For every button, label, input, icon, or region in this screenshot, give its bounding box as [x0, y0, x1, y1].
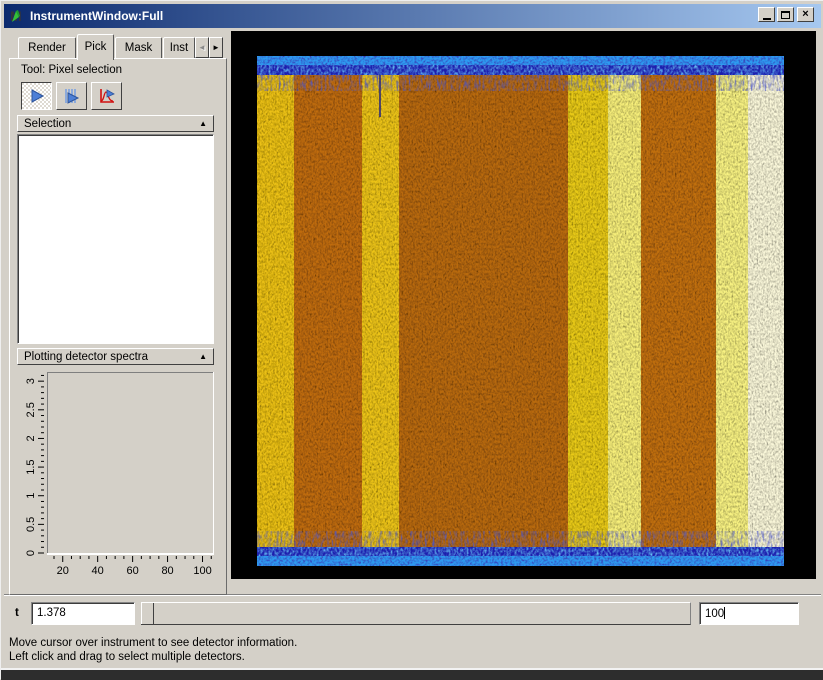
tab-scroll-right-button[interactable]: ►	[209, 37, 223, 58]
title-bar[interactable]: M InstrumentWindow:Full	[4, 4, 821, 28]
bottom-transition-noise	[257, 531, 784, 547]
collapse-triangle-icon: ▲	[199, 353, 207, 361]
tube-selection-tool-button[interactable]	[56, 82, 87, 110]
spectra-plot-canvas: 20 40 60 80 100 0 0.5 1 1.5 2 2.5 3	[17, 368, 214, 585]
time-bin-slider[interactable]	[141, 602, 691, 625]
svg-text:100: 100	[193, 565, 211, 577]
svg-text:2: 2	[25, 435, 37, 441]
svg-text:1: 1	[25, 493, 37, 499]
bin-count-input[interactable]: 100	[699, 602, 799, 625]
plot-panel-header[interactable]: Plotting detector spectra ▲	[17, 348, 214, 365]
bottom-edge-noise	[257, 547, 784, 556]
top-cyan-noise	[257, 56, 784, 65]
top-transition-noise	[257, 75, 784, 91]
slider-handle[interactable]	[141, 603, 154, 624]
status-line-1: Move cursor over instrument to see detec…	[9, 637, 297, 649]
svg-text:40: 40	[92, 565, 104, 577]
dead-pixel-column	[379, 75, 381, 117]
maximize-button[interactable]	[777, 7, 794, 22]
plot-panel-title: Plotting detector spectra	[24, 351, 148, 363]
maximize-icon	[781, 11, 790, 19]
instrument-window: M InstrumentWindow:Full × Render Pick Ma…	[0, 0, 823, 679]
close-button[interactable]: ×	[797, 7, 814, 22]
window-title: InstrumentWindow:Full	[30, 9, 163, 23]
selection-text-area[interactable]	[17, 134, 214, 344]
svg-text:60: 60	[126, 565, 138, 577]
svg-text:0: 0	[25, 550, 37, 556]
t-label: t	[15, 607, 19, 619]
svg-text:1.5: 1.5	[25, 459, 37, 474]
selection-panel-title: Selection	[24, 118, 71, 130]
tool-status-label: Tool: Pixel selection	[21, 64, 122, 76]
detector-bands	[257, 75, 784, 547]
tab-pick[interactable]: Pick	[77, 34, 114, 60]
svg-text:3: 3	[25, 378, 37, 384]
pixel-selection-tool-button[interactable]	[21, 82, 52, 110]
spectra-mini-plot[interactable]: 20 40 60 80 100 0 0.5 1 1.5 2 2.5 3	[17, 368, 214, 585]
tab-render[interactable]: Render	[18, 37, 76, 59]
svg-text:0.5: 0.5	[25, 517, 37, 532]
peak-plot-icon	[97, 86, 117, 106]
tab-scroll-left-button[interactable]: ◄	[195, 37, 209, 58]
bin-count-text: 100	[705, 608, 724, 620]
text-caret	[724, 607, 725, 619]
selection-panel-header[interactable]: Selection ▲	[17, 115, 214, 132]
bottom-cyan-noise	[257, 556, 784, 566]
mantid-logo-icon: M	[9, 8, 25, 24]
close-icon: ×	[802, 9, 808, 20]
status-line-2: Left click and drag to select multiple d…	[9, 651, 245, 663]
t-value-input[interactable]: 1.378	[31, 602, 135, 625]
t-value-text: 1.378	[37, 607, 66, 619]
minimize-icon	[763, 18, 771, 20]
instrument-3d-viewport[interactable]	[231, 31, 816, 579]
tab-instrument[interactable]: Inst	[163, 37, 195, 59]
chevron-left-icon: ◄	[198, 43, 206, 52]
minimize-button[interactable]	[758, 7, 775, 22]
peak-selection-tool-button[interactable]	[91, 82, 122, 110]
collapse-triangle-icon: ▲	[199, 120, 207, 128]
detector-heatmap-image[interactable]	[257, 56, 784, 566]
tab-mask[interactable]: Mask	[115, 37, 162, 59]
cursor-arrow-icon	[27, 86, 47, 106]
top-edge-noise	[257, 65, 784, 75]
svg-text:2.5: 2.5	[25, 402, 37, 417]
chevron-right-icon: ►	[212, 43, 220, 52]
svg-text:80: 80	[161, 565, 173, 577]
svg-text:20: 20	[57, 565, 69, 577]
tube-arrow-icon	[62, 86, 82, 106]
